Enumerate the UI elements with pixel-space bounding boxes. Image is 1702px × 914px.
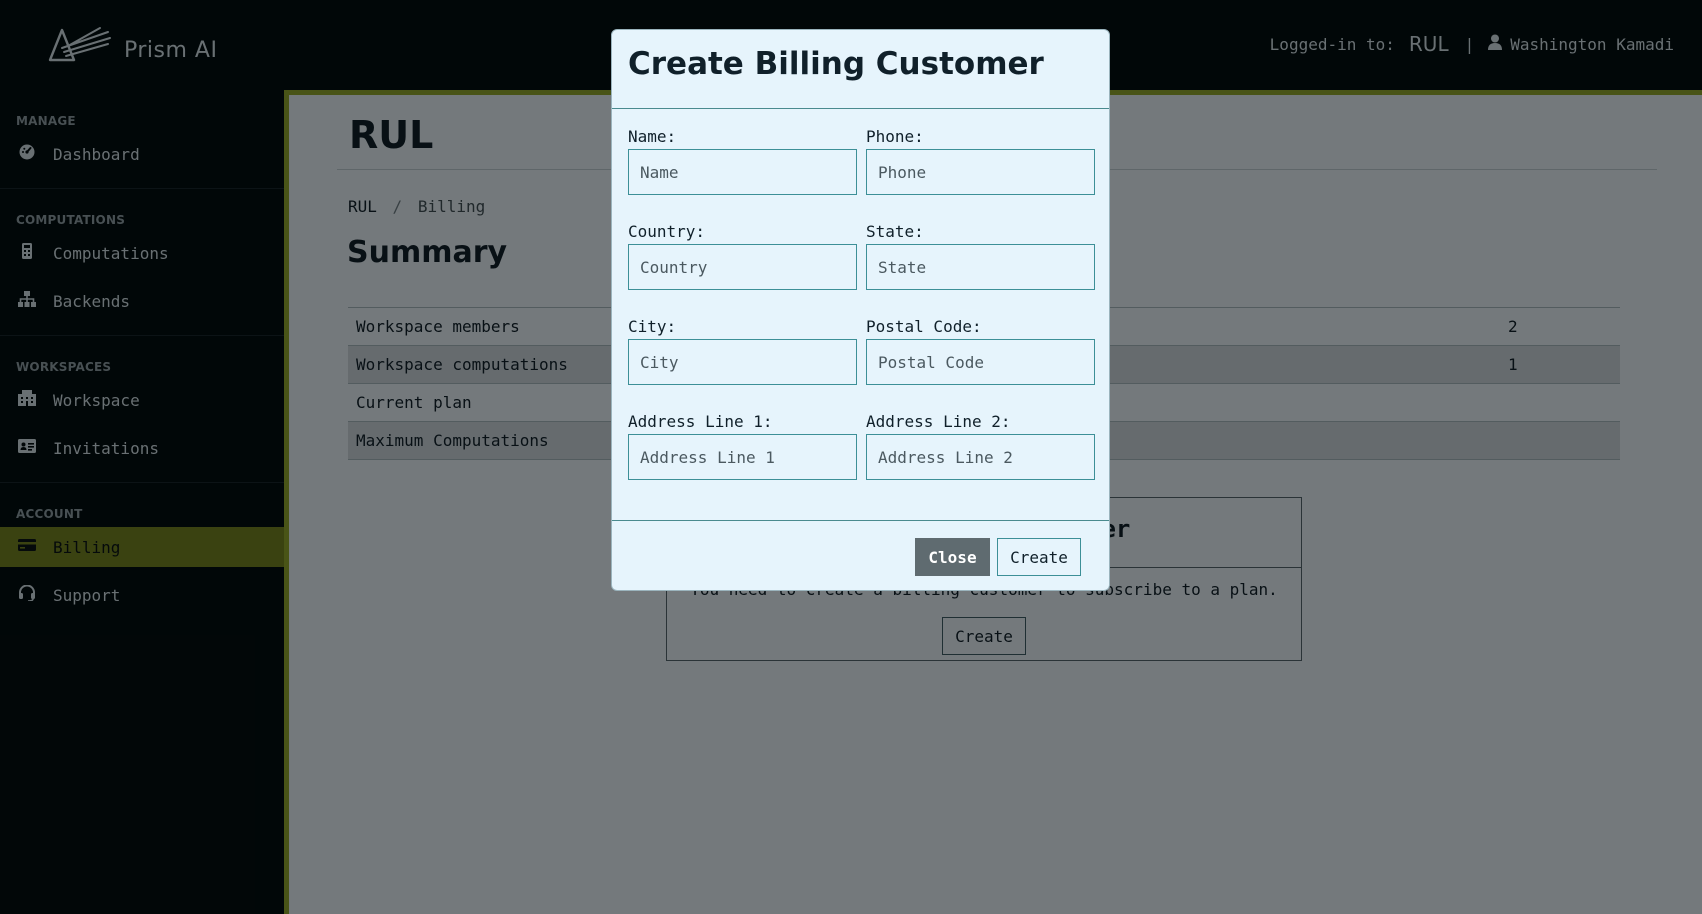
- city-label: City:: [628, 317, 677, 336]
- state-label: State:: [866, 222, 924, 241]
- postal-code-field-group: Postal Code:: [866, 317, 1095, 385]
- postal-code-label: Postal Code:: [866, 317, 982, 336]
- address-line-2-field-group: Address Line 2:: [866, 412, 1095, 480]
- address-line-1-field-group: Address Line 1:: [628, 412, 857, 480]
- phone-field-group: Phone:: [866, 127, 1095, 195]
- city-field-group: City:: [628, 317, 857, 385]
- state-field-group: State:: [866, 222, 1095, 290]
- address-line-1-input[interactable]: [628, 434, 857, 480]
- postal-code-input[interactable]: [866, 339, 1095, 385]
- address-line-2-input[interactable]: [866, 434, 1095, 480]
- phone-input[interactable]: [866, 149, 1095, 195]
- modal-header: Create Billing Customer: [612, 30, 1109, 109]
- name-input[interactable]: [628, 149, 857, 195]
- name-field-group: Name:: [628, 127, 857, 195]
- country-field-group: Country:: [628, 222, 857, 290]
- address-line-2-label: Address Line 2:: [866, 412, 1011, 431]
- state-input[interactable]: [866, 244, 1095, 290]
- address-line-1-label: Address Line 1:: [628, 412, 773, 431]
- country-input[interactable]: [628, 244, 857, 290]
- name-label: Name:: [628, 127, 677, 146]
- city-input[interactable]: [628, 339, 857, 385]
- country-label: Country:: [628, 222, 706, 241]
- create-button[interactable]: Create: [997, 538, 1081, 576]
- modal-title: Create Billing Customer: [628, 46, 1044, 82]
- close-button[interactable]: Close: [915, 538, 990, 576]
- create-billing-customer-modal: Create Billing Customer Name: Phone: Cou…: [611, 29, 1110, 591]
- phone-label: Phone:: [866, 127, 924, 146]
- modal-footer: Close Create: [612, 520, 1109, 592]
